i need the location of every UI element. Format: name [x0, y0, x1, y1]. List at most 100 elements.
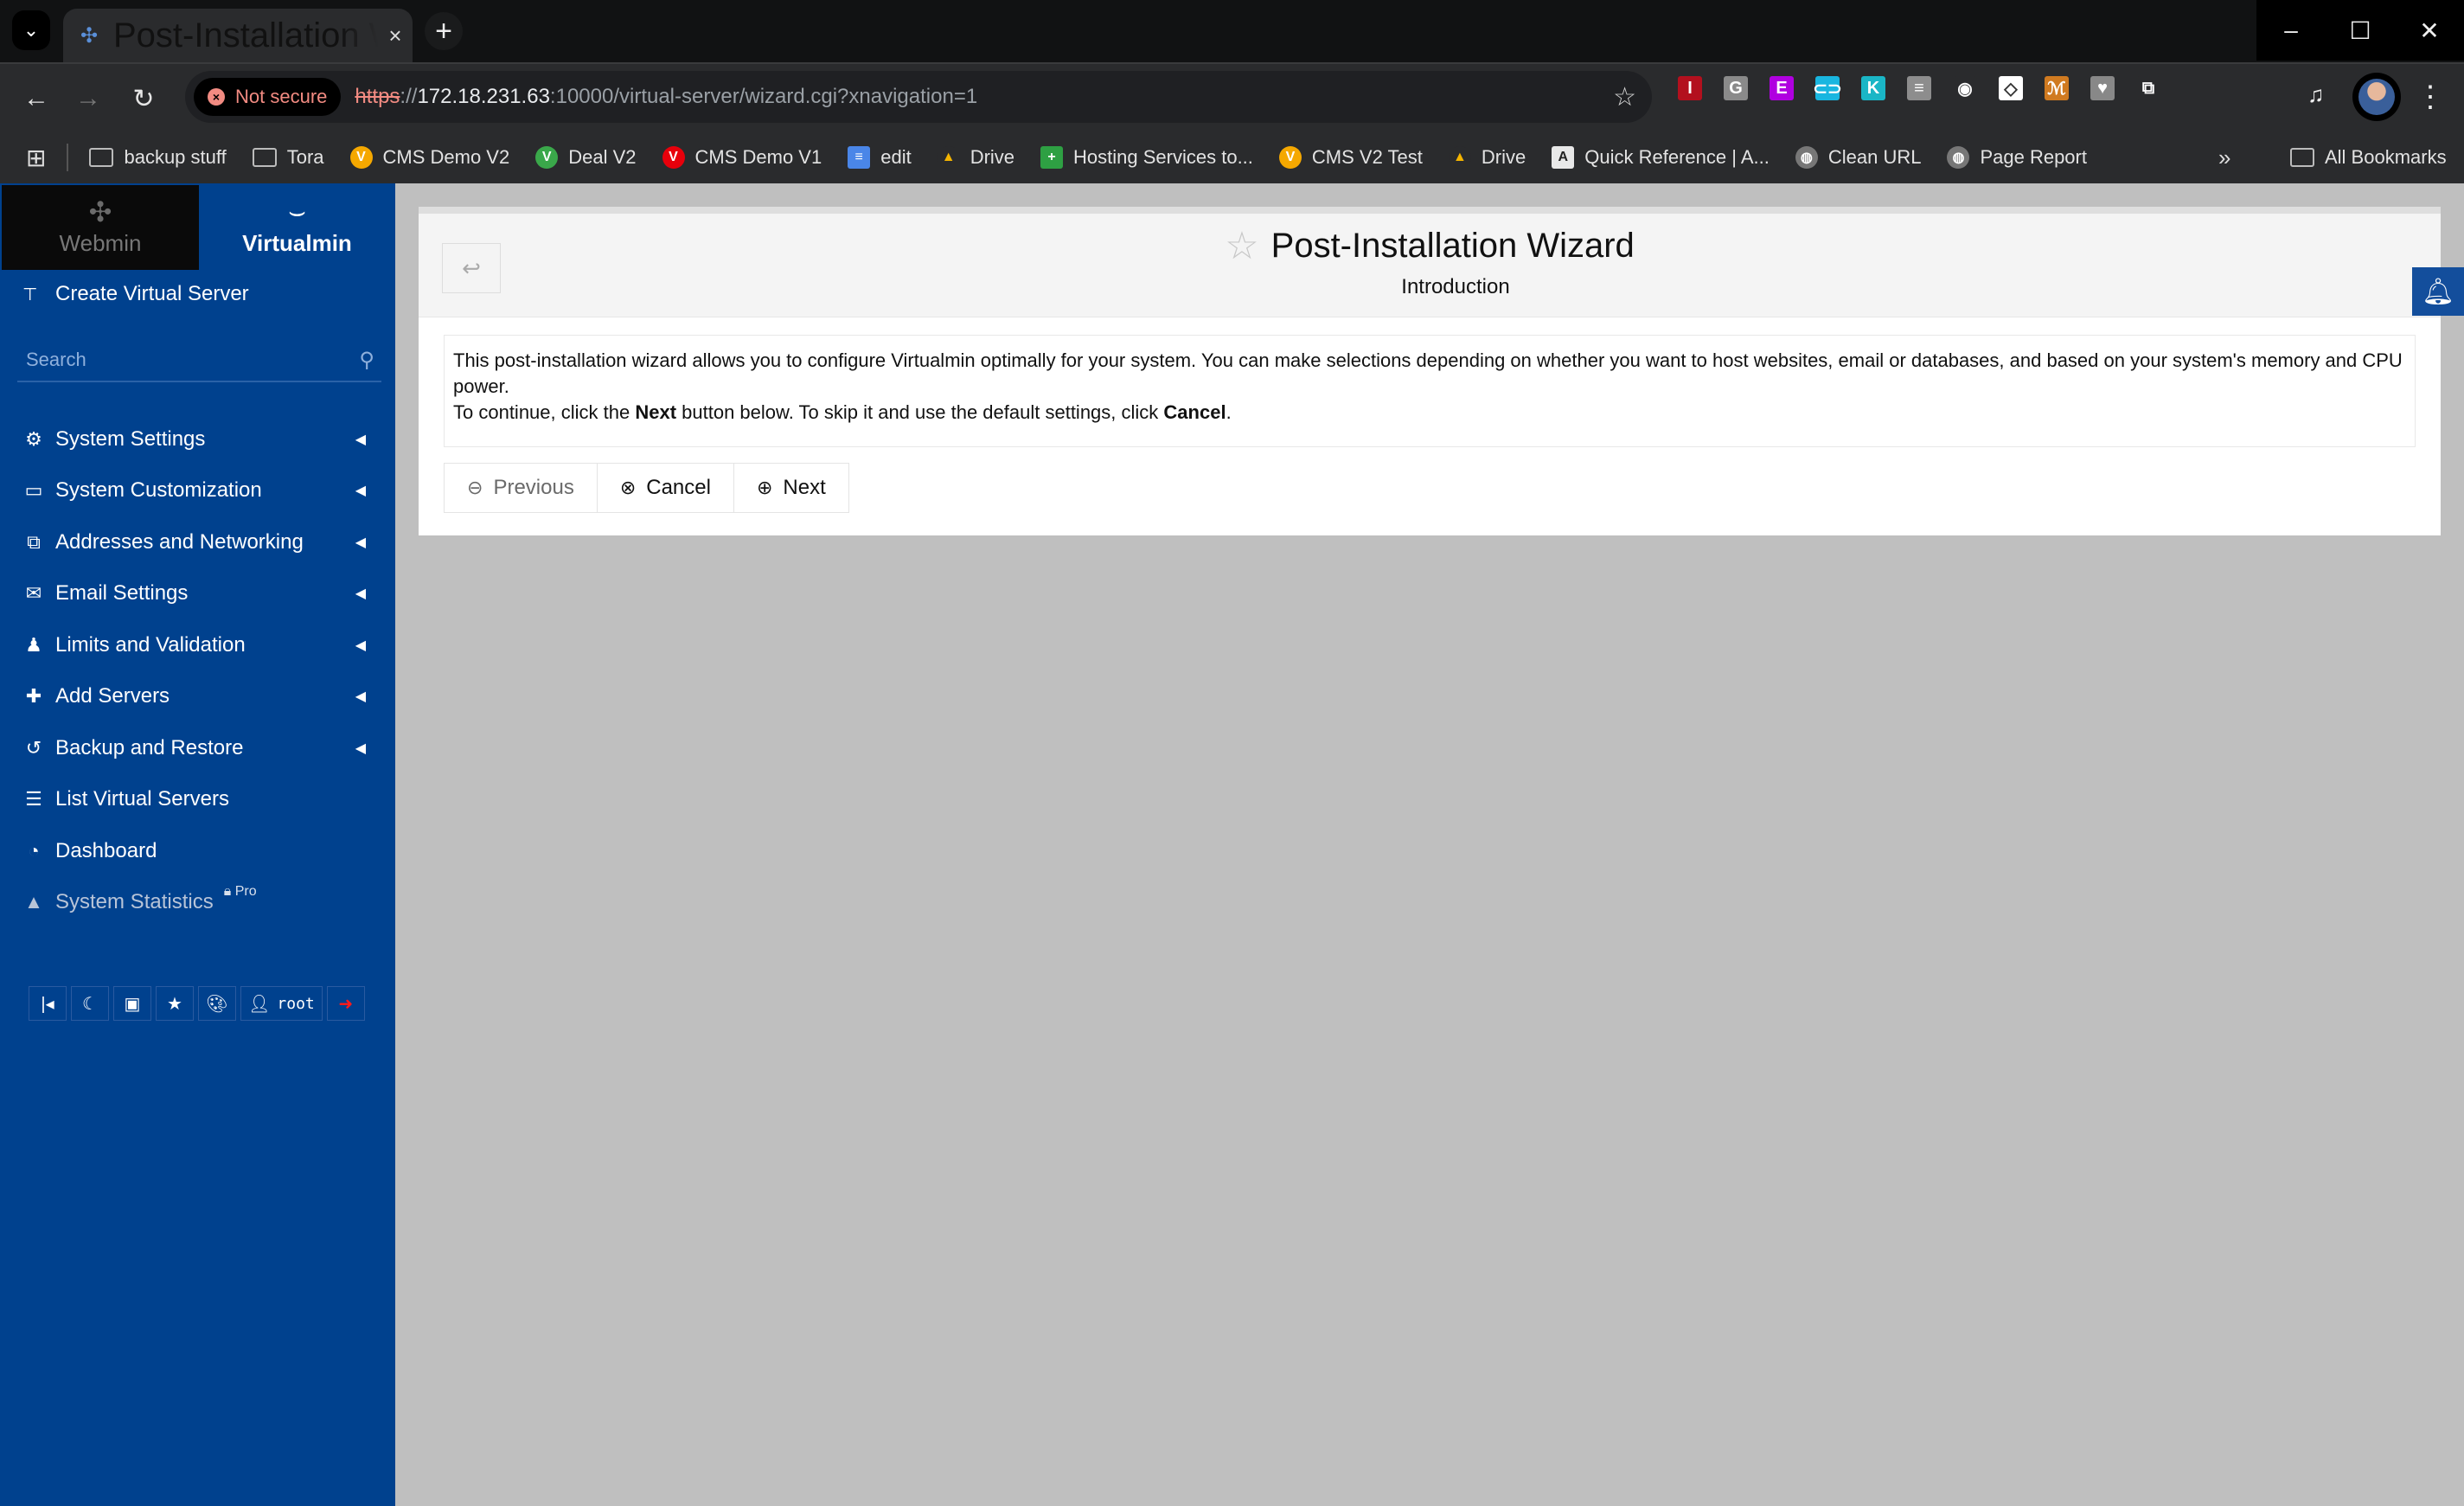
bookmark-item[interactable]: Tora [252, 146, 324, 169]
url-text[interactable]: https://172.18.231.63:10000/virtual-serv… [355, 85, 977, 109]
browser-menu-icon[interactable]: ⋮ [2416, 78, 2445, 116]
sidebar-item-system-settings[interactable]: ⚙ System Settings ◀ [0, 413, 395, 465]
all-bookmarks[interactable]: All Bookmarks [2290, 146, 2447, 169]
media-controls-icon[interactable]: ♫ [2307, 81, 2325, 108]
webmin-favicon-icon: ✣ [80, 23, 99, 48]
sidebar-item-label: Addresses and Networking [55, 529, 304, 554]
bookmark-label: Quick Reference | A... [1584, 146, 1770, 168]
star-icon: ★ [167, 994, 182, 1014]
sidebar-item-system-statistics[interactable]: ▲ System Statistics 🔒︎ Pro [0, 877, 395, 929]
bookmark-item[interactable]: V CMS V2 Test [1278, 146, 1423, 169]
limits-and-validation-icon: ♟ [25, 633, 42, 656]
sidebar-item-dashboard[interactable]: ◔ Dashboard [0, 825, 395, 877]
bookmark-item[interactable]: ≡ edit [848, 146, 912, 169]
sidebar-item-email-settings[interactable]: ✉ Email Settings ◀ [0, 568, 395, 620]
bookmark-star-icon[interactable]: ☆ [1613, 82, 1636, 112]
sidebar-item-label: List Virtual Servers [55, 787, 229, 811]
bookmark-favicon-icon: A [1552, 146, 1575, 169]
search-icon[interactable]: ⚲ [359, 348, 374, 373]
tab-search-button[interactable]: ⌄ [12, 10, 50, 50]
ext-camel-icon[interactable]: ℳ [2045, 76, 2069, 100]
collapse-sidebar-button[interactable]: |◂ [29, 986, 67, 1021]
browser-window: ⌄ ✣ Post-Installation Wizard — Webmin × … [0, 0, 2464, 1506]
sidebar-item-addresses-and-networking[interactable]: ⧉ Addresses and Networking ◀ [0, 516, 395, 568]
ext-red-i-icon[interactable]: I [1678, 76, 1702, 100]
webmin-logo-icon: ✣ [88, 196, 112, 228]
bookmark-item[interactable]: V CMS Demo V1 [662, 146, 822, 169]
sidebar-item-label: Email Settings [55, 581, 189, 606]
previous-button[interactable]: ⊖ Previous [445, 464, 598, 512]
sidebar-item-system-customization[interactable]: ▭ System Customization ◀ [0, 465, 395, 517]
bookmark-item[interactable]: + Hosting Services to... [1040, 146, 1253, 169]
pro-label: Pro [234, 884, 257, 900]
instruction-cancel-bold: Cancel [1163, 401, 1226, 423]
minimize-button[interactable]: – [2256, 0, 2326, 61]
browser-tab-active[interactable]: ✣ Post-Installation Wizard — Webmin × [63, 9, 413, 62]
create-virtual-server-link[interactable]: ⊤ Create Virtual Server [22, 282, 249, 306]
bookmark-item[interactable]: A Quick Reference | A... [1552, 146, 1770, 169]
ext-puzzle-icon[interactable]: ⧉ [2136, 76, 2160, 100]
bookmark-item[interactable]: ▲ Drive [1448, 146, 1526, 169]
folder-icon [89, 148, 114, 167]
favorites-button[interactable]: ★ [156, 986, 194, 1021]
favorite-star-icon[interactable]: ☆ [1225, 224, 1258, 268]
ext-heart-icon[interactable]: ♥ [2090, 76, 2115, 100]
sidebar-search: ⚲ [17, 339, 381, 382]
next-button[interactable]: ⊕ Next [733, 464, 848, 512]
search-input[interactable] [17, 349, 360, 371]
sidebar-item-limits-and-validation[interactable]: ♟ Limits and Validation ◀ [0, 619, 395, 671]
bookmark-item[interactable]: ◍ Page Report [1947, 146, 2087, 169]
system-settings-icon: ⚙ [25, 427, 42, 450]
bookmark-item[interactable]: V CMS Demo V2 [349, 146, 509, 169]
bookmark-item[interactable]: backup stuff [89, 146, 227, 169]
email-settings-icon: ✉ [25, 582, 42, 605]
switch-webmin-label: Webmin [59, 230, 142, 256]
sidebar-item-add-servers[interactable]: ✚ Add Servers ◀ [0, 671, 395, 723]
forward-button[interactable]: → [69, 80, 107, 118]
close-window-button[interactable]: ✕ [2395, 0, 2464, 61]
next-label: Next [783, 476, 826, 499]
ext-grey-g-icon[interactable]: G [1724, 76, 1748, 100]
user-button[interactable]: 👤︎ root [240, 986, 323, 1021]
previous-label: Previous [493, 476, 574, 499]
ext-link-icon[interactable]: ⊂⊃ [1813, 76, 1842, 100]
ext-chrome-icon[interactable]: ◉ [1953, 76, 1977, 100]
night-mode-button[interactable]: ☾ [71, 986, 109, 1021]
switch-virtualmin[interactable]: ⌣ Virtualmin [199, 185, 395, 270]
system-customization-icon: ▭ [24, 479, 43, 502]
security-chip-label: Not secure [235, 86, 328, 107]
bookmark-favicon-icon: V [535, 146, 559, 169]
apps-grid-icon[interactable]: ⊞ [26, 144, 46, 172]
bookmark-item[interactable]: V Deal V2 [535, 146, 637, 169]
sidebar-quickbar: |◂ ☾ ▣ ★ 🎨︎ 👤︎ root ➜ [29, 986, 365, 1021]
folder-icon [252, 148, 277, 167]
theme-button[interactable]: 🎨︎ [198, 986, 236, 1021]
sidebar-item-list-virtual-servers[interactable]: ☰ List Virtual Servers [0, 774, 395, 826]
back-button[interactable]: ← [17, 80, 55, 118]
maximize-button[interactable]: ☐ [2326, 0, 2395, 61]
ext-tk-icon[interactable]: K [1861, 76, 1885, 100]
logout-button[interactable]: ➜ [326, 986, 365, 1021]
bookmark-label: backup stuff [124, 146, 227, 168]
virtualmin-logo-icon: ⌣ [287, 195, 307, 227]
ext-purple-e-icon[interactable]: E [1770, 76, 1794, 100]
sidebar: ✣ Webmin ⌣ Virtualmin ⊤ Create Virtual S… [0, 183, 395, 1506]
notifications-button[interactable]: 🔔︎ [2412, 267, 2464, 316]
address-bar[interactable]: × Not secure https://172.18.231.63:10000… [185, 71, 1652, 123]
terminal-button[interactable]: ▣ [113, 986, 151, 1021]
switch-webmin[interactable]: ✣ Webmin [2, 185, 199, 270]
cancel-button[interactable]: ⊗ Cancel [597, 464, 734, 512]
new-tab-button[interactable]: + [425, 12, 463, 50]
dashboard-icon: ◔ [28, 839, 40, 862]
profile-avatar[interactable] [2352, 73, 2401, 121]
security-chip[interactable]: × Not secure [194, 78, 342, 116]
bookmark-item[interactable]: ◍ Clean URL [1795, 146, 1921, 169]
reload-button[interactable]: ↻ [125, 80, 163, 118]
ext-db-icon[interactable]: ≡ [1907, 76, 1931, 100]
ext-diamond-icon[interactable]: ◇ [1999, 76, 2023, 100]
more-bookmarks-icon[interactable]: » [2218, 144, 2230, 171]
tab-close-icon[interactable]: × [378, 22, 413, 49]
sidebar-item-backup-and-restore[interactable]: ↺ Backup and Restore ◀ [0, 722, 395, 774]
bookmark-item[interactable]: ▲ Drive [937, 146, 1014, 169]
url-host: 172.18.231.63 [417, 85, 550, 108]
